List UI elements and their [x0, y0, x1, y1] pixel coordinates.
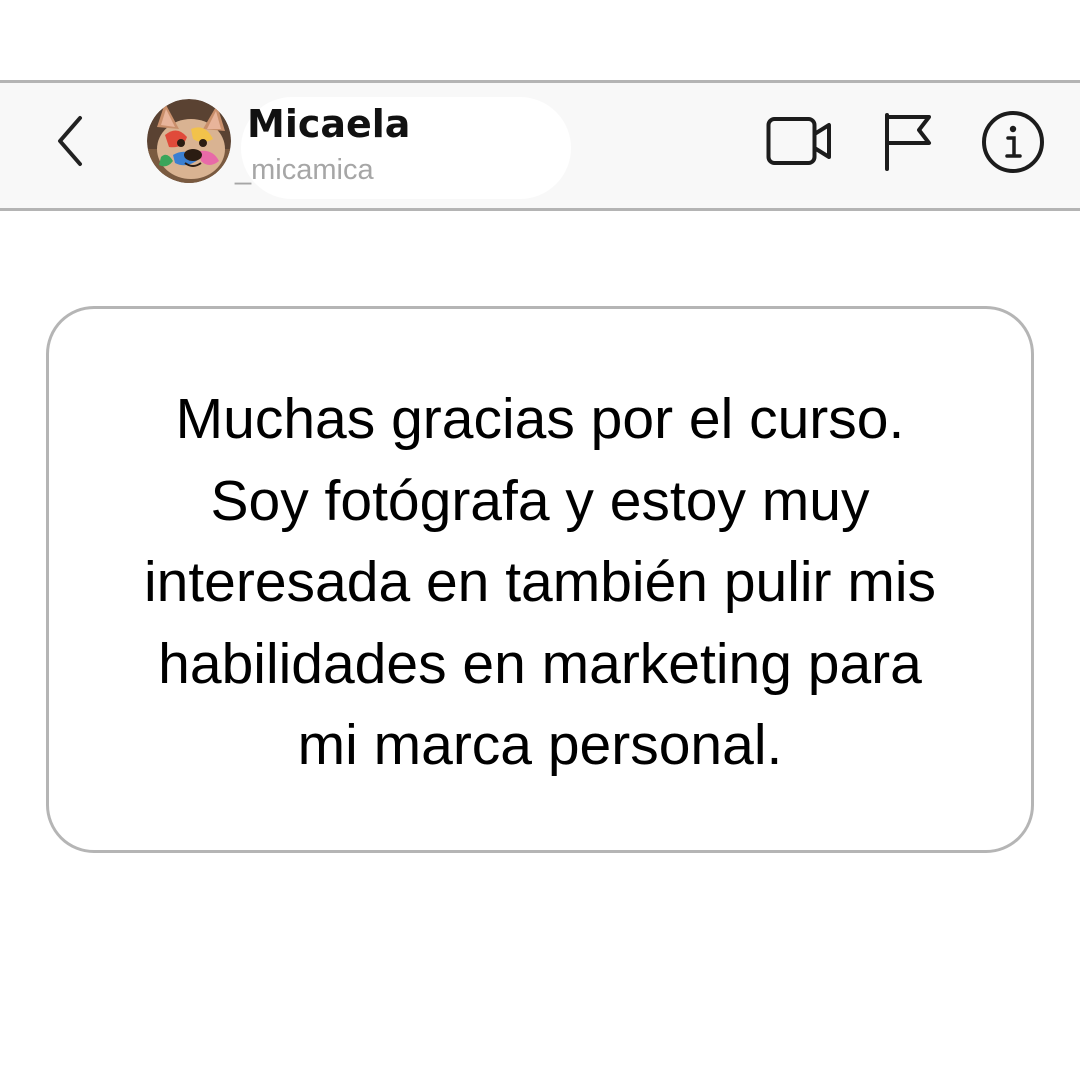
info-icon: [982, 111, 1044, 173]
contact-name[interactable]: Micaela: [247, 100, 410, 148]
video-call-button[interactable]: [766, 113, 834, 169]
chat-screen: Micaela _micamica Muchas gracias por el: [0, 0, 1080, 1080]
contact-username: _micamica: [235, 154, 374, 186]
chat-header: Micaela _micamica: [0, 80, 1080, 211]
message-bubble: Muchas gracias por el curso. Soy fotógra…: [46, 306, 1034, 853]
message-line: interesada en también pulir mis: [143, 550, 937, 614]
message-text: Muchas gracias por el curso. Soy fotógra…: [49, 379, 1031, 787]
message-line: Soy fotógrafa y estoy muy: [210, 468, 870, 533]
avatar[interactable]: [147, 99, 231, 183]
video-camera-icon: [766, 117, 831, 165]
back-button[interactable]: [48, 111, 92, 171]
report-button[interactable]: [882, 111, 934, 171]
message-line: Muchas gracias por el curso.: [175, 387, 905, 451]
flag-icon: [885, 113, 931, 171]
chevron-left-icon: [58, 116, 82, 166]
info-button[interactable]: [981, 110, 1045, 174]
message-line: mi marca personal.: [297, 713, 783, 777]
message-line: habilidades en marketing para: [158, 631, 922, 696]
french-bulldog-avatar: [147, 99, 231, 183]
